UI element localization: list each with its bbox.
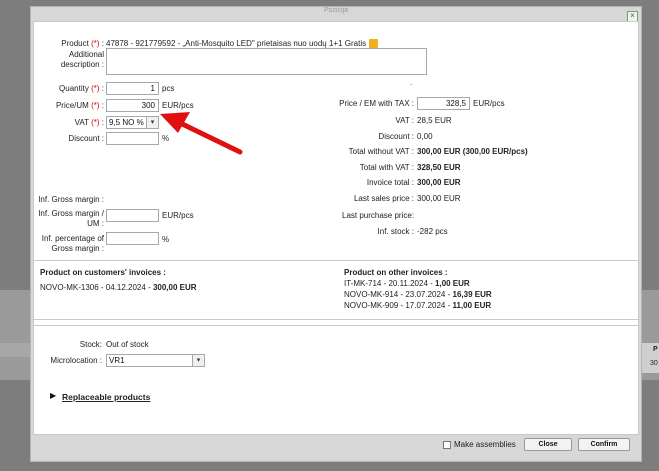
annotation-arrow-icon: [160, 112, 243, 155]
